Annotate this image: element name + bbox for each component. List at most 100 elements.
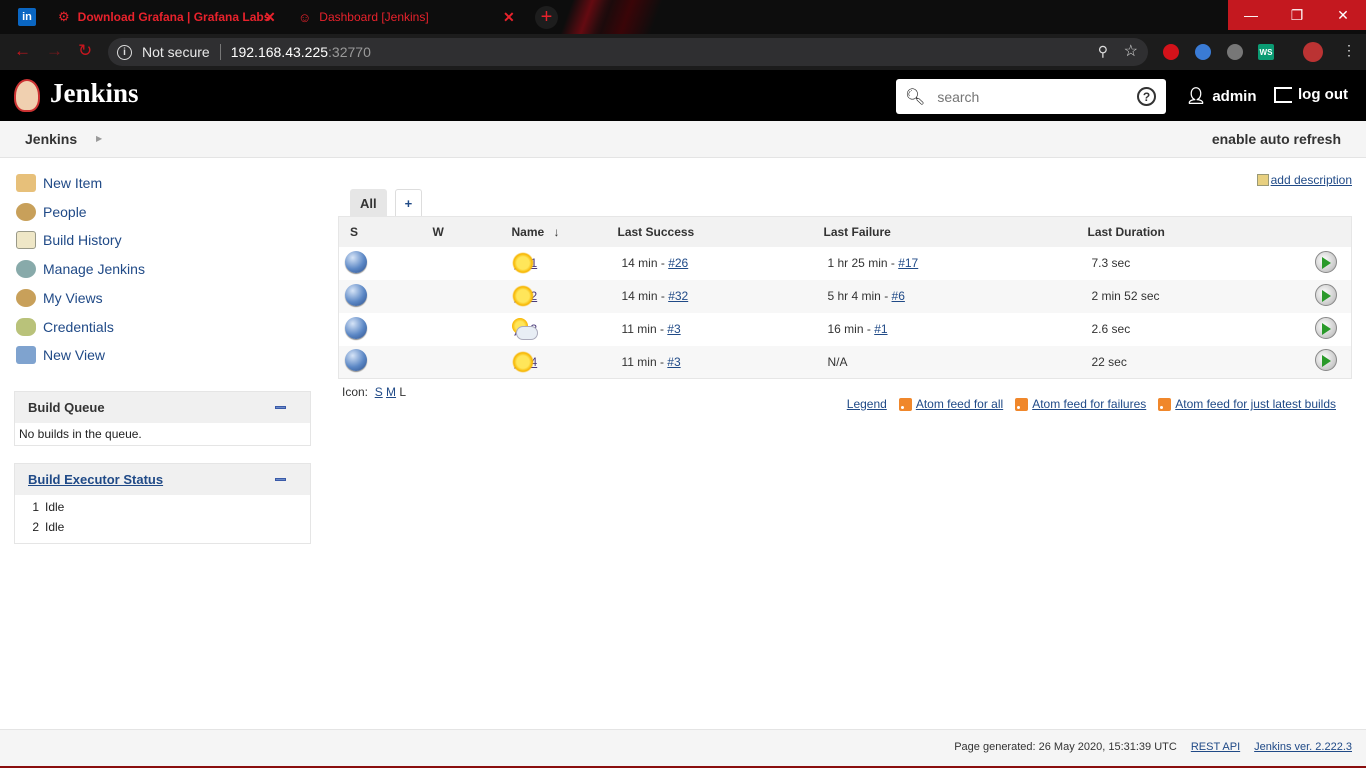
last-success-time: 11 min -	[621, 322, 668, 336]
weather-sunny-icon[interactable]	[511, 284, 534, 307]
task-new-view[interactable]: New View	[16, 346, 105, 364]
enable-auto-refresh-link[interactable]: enable auto refresh	[1212, 131, 1341, 147]
back-icon[interactable]: ←	[14, 41, 31, 61]
zoom-icon[interactable]: ⚲	[1098, 43, 1108, 60]
column-last-duration[interactable]: Last Duration	[1087, 216, 1293, 247]
restore-button[interactable]: ❐	[1274, 0, 1320, 30]
task-label: Manage Jenkins	[43, 261, 145, 277]
reload-icon[interactable]: ↻	[78, 41, 92, 61]
status-blue-ball-icon[interactable]	[345, 349, 367, 372]
ext-ws-icon[interactable]: WS	[1258, 44, 1274, 60]
legend-link[interactable]: Legend	[847, 397, 887, 411]
executor-status-link[interactable]: Build Executor Status	[28, 472, 163, 487]
task-new-item[interactable]: New Item	[16, 174, 102, 192]
executor-status-header: Build Executor Status	[15, 464, 310, 495]
build-link[interactable]: #32	[668, 289, 688, 303]
icon-size-large: L	[399, 385, 407, 399]
gear-icon	[16, 260, 36, 278]
linkedin-tab-icon[interactable]: in	[18, 8, 36, 26]
column-name[interactable]: Name ↓	[511, 216, 618, 247]
logout-label: log out	[1298, 86, 1348, 103]
search-input[interactable]	[937, 88, 1128, 105]
task-build-history[interactable]: Build History	[16, 231, 122, 249]
atom-feed-latest-link[interactable]: Atom feed for just latest builds	[1175, 397, 1336, 411]
help-icon[interactable]: ?	[1137, 87, 1156, 106]
status-blue-ball-icon[interactable]	[345, 250, 367, 273]
tab-all[interactable]: All	[350, 189, 387, 217]
ext-adblock-icon[interactable]	[1163, 44, 1179, 60]
icon-size-selector: Icon: S M L	[342, 385, 406, 399]
menu-kebab-icon[interactable]: ⋮	[1342, 42, 1356, 59]
ext-icon[interactable]	[1195, 44, 1211, 60]
schedule-build-icon[interactable]	[1314, 283, 1337, 306]
forward-icon[interactable]: →	[46, 41, 63, 61]
breadcrumb-arrow-icon[interactable]: ▶	[96, 134, 102, 143]
task-people[interactable]: People	[16, 203, 87, 221]
address-bar[interactable]: i Not secure 192.168.43.225 :32770 ⚲ ☆	[108, 38, 1148, 66]
atom-feed-failures-link[interactable]: Atom feed for failures	[1032, 397, 1146, 411]
build-link[interactable]: #3	[667, 355, 680, 369]
new-item-icon	[16, 174, 36, 192]
view-tabs: All +	[350, 189, 423, 217]
task-manage-jenkins[interactable]: Manage Jenkins	[16, 260, 145, 278]
schedule-build-icon[interactable]	[1314, 250, 1337, 273]
jenkins-title[interactable]: Jenkins	[50, 78, 139, 109]
task-my-views[interactable]: My Views	[16, 289, 103, 307]
schedule-build-icon[interactable]	[1314, 349, 1337, 372]
icon-size-medium[interactable]: M	[386, 385, 396, 399]
column-last-failure[interactable]: Last Failure	[823, 216, 1088, 247]
build-link[interactable]: #26	[668, 256, 688, 270]
close-tab-icon[interactable]: ✕	[503, 9, 515, 26]
last-success-time: 11 min -	[621, 354, 668, 369]
atom-feed-all-link[interactable]: Atom feed for all	[916, 397, 1003, 411]
new-tab-button[interactable]: +	[535, 6, 558, 29]
logout-link[interactable]: log out	[1274, 86, 1348, 103]
rss-icon	[898, 397, 912, 411]
tab-new-view[interactable]: +	[394, 189, 423, 217]
column-status[interactable]: S	[338, 216, 422, 247]
breadcrumb-jenkins[interactable]: Jenkins	[25, 131, 77, 147]
jobs-table: S W Name ↓ Last Success Last Failure Las…	[338, 216, 1352, 379]
add-description-link[interactable]: add description	[1256, 173, 1352, 187]
weather-sunny-icon[interactable]	[511, 251, 534, 274]
last-duration: 2 min 52 sec	[1087, 279, 1293, 313]
search-box[interactable]: 🔍︎ ?	[896, 79, 1166, 114]
icon-size-small[interactable]: S	[375, 385, 383, 399]
build-link[interactable]: #17	[898, 256, 918, 270]
last-duration: 7.3 sec	[1091, 256, 1131, 270]
close-window-button[interactable]: ✕	[1320, 0, 1366, 30]
build-link[interactable]: #1	[874, 322, 887, 336]
info-icon[interactable]: i	[117, 44, 132, 60]
build-queue-empty-text: No builds in the queue.	[19, 427, 142, 441]
status-blue-ball-icon[interactable]	[345, 316, 367, 339]
bookmark-star-icon[interactable]: ☆	[1124, 41, 1138, 61]
jenkins-version-link[interactable]: Jenkins ver. 2.222.3	[1254, 741, 1352, 753]
ext-download-icon[interactable]	[1227, 44, 1243, 60]
user-link[interactable]: 👤︎ admin	[1186, 86, 1257, 106]
collapse-icon[interactable]	[275, 478, 286, 481]
rest-api-link[interactable]: REST API	[1191, 741, 1240, 753]
collapse-icon[interactable]	[275, 406, 286, 409]
weather-partly-cloudy-icon[interactable]	[510, 317, 538, 340]
weather-sunny-icon[interactable]	[511, 350, 534, 373]
table-header-row: S W Name ↓ Last Success Last Failure Las…	[338, 216, 1352, 247]
last-duration: 2.6 sec	[1091, 322, 1131, 336]
minimize-button[interactable]: —	[1228, 0, 1274, 30]
column-weather[interactable]: W	[421, 216, 512, 247]
status-blue-ball-icon[interactable]	[345, 283, 367, 306]
last-success-time: 14 min -	[621, 256, 669, 270]
tab-grafana[interactable]: ⚙ Download Grafana | Grafana Labs	[58, 0, 270, 34]
column-last-success[interactable]: Last Success	[617, 216, 824, 247]
task-credentials[interactable]: Credentials	[16, 318, 114, 336]
profile-avatar[interactable]	[1303, 42, 1323, 62]
tab-jenkins[interactable]: ☺ Dashboard [Jenkins]	[298, 0, 429, 34]
rss-icon	[1015, 397, 1029, 411]
schedule-build-icon[interactable]	[1314, 316, 1337, 339]
build-link[interactable]: #3	[667, 322, 680, 336]
build-link[interactable]: #6	[892, 289, 905, 303]
jenkins-favicon-icon: ☺	[298, 9, 312, 25]
build-queue-header: Build Queue	[15, 392, 310, 423]
column-build	[1292, 216, 1352, 247]
jenkins-logo-icon[interactable]	[14, 79, 40, 112]
close-tab-icon[interactable]: ✕	[264, 9, 276, 26]
